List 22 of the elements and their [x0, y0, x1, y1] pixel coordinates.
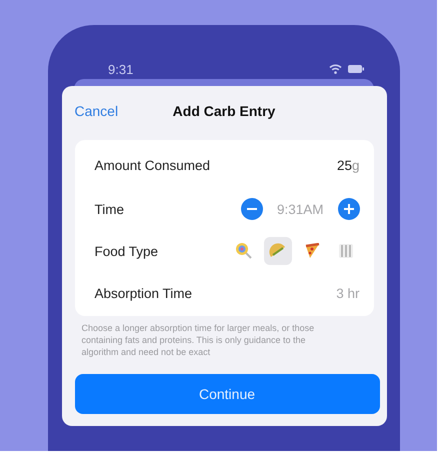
sheet-title: Add Carb Entry: [172, 103, 276, 119]
pizza-slice-icon: [304, 243, 320, 259]
footer-note: Choose a longer absorption time for larger meals, or those containing fats and proteins. This is only guidance to the algorithm and need not be exact: [80, 322, 316, 359]
taco-icon: [268, 243, 286, 259]
amount-label: Amount Consumed: [94, 158, 210, 172]
absorption-value[interactable]: 3 hr: [336, 286, 360, 300]
absorption-label: Absorption Time: [94, 286, 192, 300]
food-type-option[interactable]: [264, 237, 292, 265]
time-label: Time: [94, 202, 124, 216]
amount-value[interactable]: 25: [336, 158, 352, 172]
plus-icon: [344, 204, 354, 214]
cancel-button[interactable]: Cancel: [74, 103, 118, 119]
status-time: 9:31: [108, 62, 134, 76]
time-value[interactable]: 9:31AM: [276, 202, 324, 216]
increment-button[interactable]: [338, 198, 360, 220]
decrement-button[interactable]: [240, 198, 263, 220]
wifi-icon: [329, 64, 342, 74]
battery-icon: [348, 65, 364, 73]
food-type-label: Food Type: [94, 244, 158, 258]
unit-label: g: [352, 158, 360, 172]
continue-button[interactable]: Continue: [74, 374, 380, 414]
lollipop-icon: [234, 242, 252, 260]
